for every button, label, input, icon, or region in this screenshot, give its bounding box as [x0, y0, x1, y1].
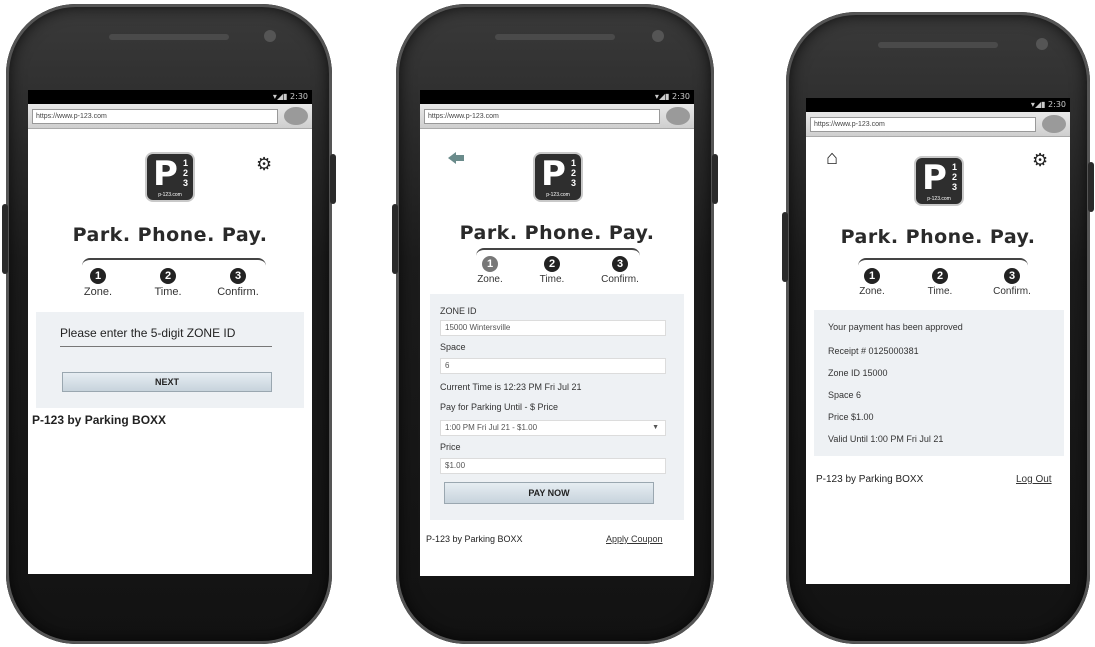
step-zone: 1 Zone.: [477, 256, 503, 285]
zone-id: Zone ID 15000: [828, 368, 888, 378]
speaker-grille: [878, 42, 998, 48]
p123-logo: P 1 2 3 p-123.com: [535, 154, 581, 200]
speaker-grille: [495, 34, 615, 40]
camera: [652, 30, 664, 42]
current-time: Current Time is 12:23 PM Fri Jul 21: [440, 382, 582, 392]
gear-icon[interactable]: ⚙: [256, 155, 272, 173]
footer-brand: P-123 by Parking BOXX: [426, 534, 523, 544]
tagline: Park. Phone. Pay.: [72, 224, 268, 246]
step-confirm: 3 Confirm.: [993, 268, 1031, 297]
zone-input[interactable]: 15000 Wintersville: [440, 320, 666, 336]
url-bar: https://www.p-123.com: [806, 112, 1070, 137]
go-button[interactable]: [284, 107, 308, 125]
camera: [1036, 38, 1048, 50]
footer-brand: P-123 by Parking BOXX: [32, 413, 167, 427]
zone-panel: Please enter the 5-digit ZONE ID NEXT: [36, 312, 304, 408]
step-confirm: 3 Confirm.: [601, 256, 639, 285]
p123-logo: P 1 2 3 p-123.com: [916, 158, 962, 204]
space-number: Space 6: [828, 390, 862, 400]
power-button: [1088, 162, 1094, 212]
p123-logo: P 1 2 3 p-123.com: [147, 154, 193, 200]
pay-until-label: Pay for Parking Until - $ Price: [440, 402, 559, 412]
volume-button: [782, 212, 788, 282]
url-input[interactable]: https://www.p-123.com: [32, 109, 278, 124]
screen-3: ▾◢▮ 2:30 https://www.p-123.com ⌂ ⚙ P 1 2…: [806, 98, 1070, 584]
step-time: 2 Time.: [539, 256, 565, 285]
price: Price $1.00: [828, 412, 874, 422]
phone-3: ▾◢▮ 2:30 https://www.p-123.com ⌂ ⚙ P 1 2…: [782, 12, 1094, 644]
step-indicator: 1 Zone. 2 Time. 3 Confirm.: [420, 248, 694, 288]
step-confirm: 3 Confirm.: [217, 268, 259, 298]
valid-until: Valid Until 1:00 PM Fri Jul 21: [828, 434, 944, 444]
step-time: 2 Time.: [927, 268, 953, 297]
step-brace: [858, 258, 1028, 268]
speaker-grille: [109, 34, 229, 40]
volume-button: [392, 204, 398, 274]
step-zone: 1 Zone.: [83, 268, 113, 298]
footer-brand: P-123 by Parking BOXX: [816, 474, 924, 485]
url-input[interactable]: https://www.p-123.com: [810, 117, 1036, 132]
back-arrow-icon[interactable]: [448, 152, 464, 164]
zone-prompt: Please enter the 5-digit ZONE ID: [60, 326, 236, 340]
url-bar: https://www.p-123.com: [28, 104, 312, 129]
phone-1: ▾◢▮ 2:30 https://www.p-123.com P 1 2 3 p…: [2, 4, 336, 644]
space-input[interactable]: 6: [440, 358, 666, 374]
step-time: 2 Time.: [154, 268, 182, 298]
logout-link[interactable]: Log Out: [1016, 474, 1052, 485]
go-button[interactable]: [666, 107, 690, 125]
url-input[interactable]: https://www.p-123.com: [424, 109, 660, 124]
receipt-panel: Your payment has been approved Receipt #…: [814, 310, 1064, 456]
step-indicator: 1 Zone. 2 Time. 3 Confirm.: [28, 258, 312, 298]
payment-panel: ZONE ID 15000 Wintersville Space 6 Curre…: [430, 294, 684, 520]
step-brace: [82, 258, 266, 268]
gear-icon[interactable]: ⚙: [1032, 151, 1048, 169]
phone-2: ▾◢▮ 2:30 https://www.p-123.com P 1 2 3 p…: [392, 4, 718, 644]
home-icon[interactable]: ⌂: [826, 148, 838, 168]
tagline: Park. Phone. Pay.: [840, 226, 1036, 248]
zone-label: ZONE ID: [440, 306, 477, 316]
apply-coupon-link[interactable]: Apply Coupon: [606, 534, 663, 544]
url-bar: https://www.p-123.com: [420, 104, 694, 129]
status-bar: ▾◢▮ 2:30: [28, 90, 312, 104]
screen-1: ▾◢▮ 2:30 https://www.p-123.com P 1 2 3 p…: [28, 90, 312, 574]
power-button: [330, 154, 336, 204]
step-zone: 1 Zone.: [859, 268, 885, 297]
receipt-number: Receipt # 0125000381: [828, 346, 919, 356]
space-label: Space: [440, 342, 466, 352]
pay-now-button[interactable]: PAY NOW: [444, 482, 654, 504]
tagline: Park. Phone. Pay.: [459, 222, 655, 244]
volume-button: [2, 204, 8, 274]
next-button[interactable]: NEXT: [62, 372, 272, 392]
screen-2: ▾◢▮ 2:30 https://www.p-123.com P 1 2 3 p…: [420, 90, 694, 576]
price-input[interactable]: $1.00: [440, 458, 666, 474]
camera: [264, 30, 276, 42]
approved-message: Your payment has been approved: [828, 322, 963, 332]
pay-until-select[interactable]: 1:00 PM Fri Jul 21 - $1.00 ▼: [440, 420, 666, 436]
status-bar: ▾◢▮ 2:30: [806, 98, 1070, 112]
price-label: Price: [440, 442, 461, 452]
go-button[interactable]: [1042, 115, 1066, 133]
step-indicator: 1 Zone. 2 Time. 3 Confirm.: [806, 258, 1070, 298]
power-button: [712, 154, 718, 204]
status-bar: ▾◢▮ 2:30: [420, 90, 694, 104]
zone-input-line[interactable]: [60, 346, 272, 347]
dropdown-arrow-icon: ▼: [652, 424, 659, 431]
